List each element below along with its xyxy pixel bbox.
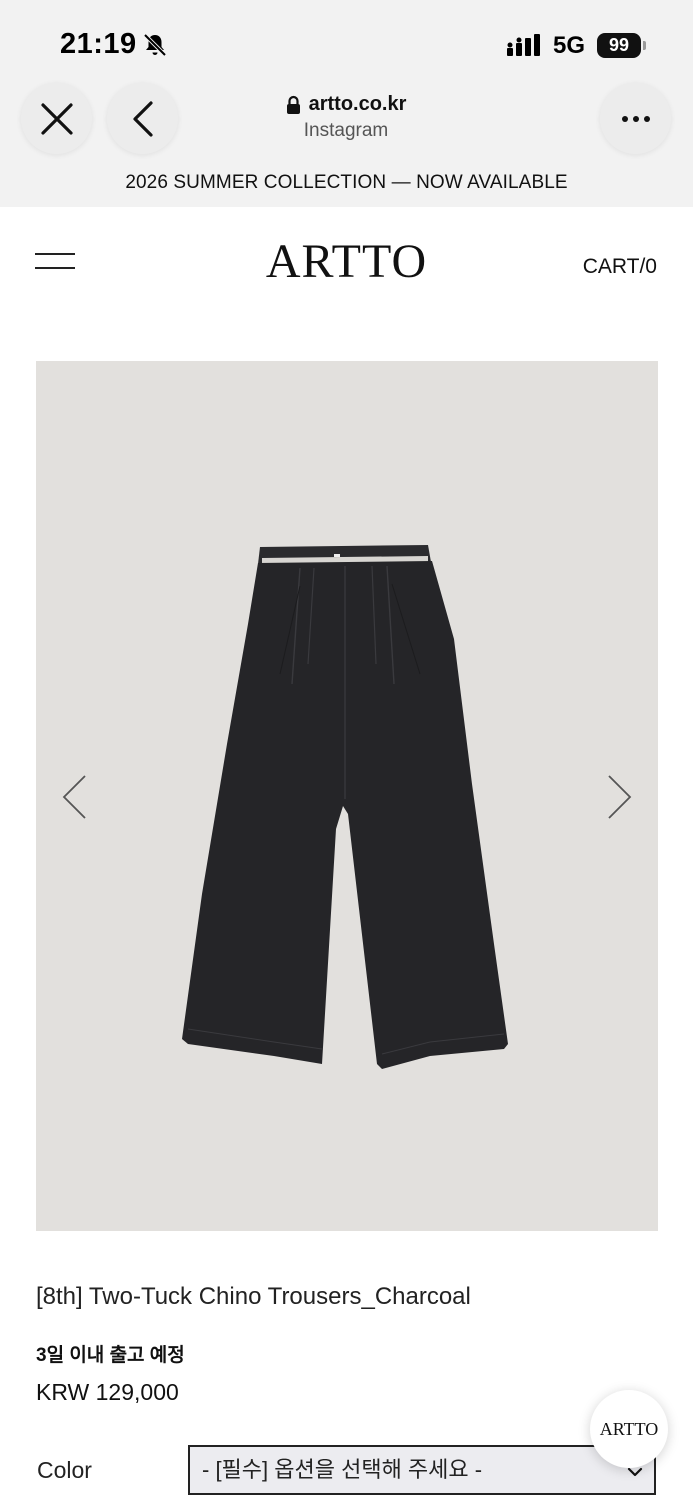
battery-level: 99 [597, 33, 641, 58]
back-button[interactable] [107, 83, 178, 154]
signal-icon [507, 34, 540, 56]
network-type: 5G [553, 32, 586, 59]
announcement-banner[interactable]: 2026 SUMMER COLLECTION — NOW AVAILABLE [0, 172, 693, 194]
product-gallery[interactable] [36, 361, 658, 1231]
color-select[interactable]: - [필수] 옵션을 선택해 주세요 - [188, 1445, 656, 1495]
product-name: [8th] Two-Tuck Chino Trousers_Charcoal [36, 1283, 471, 1310]
back-icon [132, 100, 153, 137]
color-option-label: Color [37, 1457, 92, 1483]
browser-chrome: 21:19 5G 99 artto.co.kr Instagram 2026 S… [0, 0, 693, 207]
chevron-right-icon[interactable] [604, 773, 634, 821]
cart-link[interactable]: CART/0 [583, 255, 657, 279]
bell-slash-icon [143, 33, 167, 57]
close-button[interactable] [21, 83, 92, 154]
url-text: artto.co.kr [308, 93, 407, 115]
chat-button[interactable]: ARTTO [590, 1390, 668, 1468]
more-button[interactable] [600, 83, 671, 154]
lock-icon [286, 95, 300, 114]
address-bar[interactable]: artto.co.kr Instagram [246, 93, 446, 142]
shipping-note: 3일 이내 출고 예정 [36, 1345, 185, 1366]
url-source: Instagram [303, 120, 389, 141]
product-image [182, 545, 508, 1069]
status-time: 21:19 [60, 28, 137, 60]
product-price: KRW 129,000 [36, 1379, 179, 1405]
more-icon [621, 115, 650, 122]
battery-nub [643, 41, 646, 50]
close-icon [40, 102, 73, 135]
chevron-left-icon[interactable] [60, 773, 90, 821]
